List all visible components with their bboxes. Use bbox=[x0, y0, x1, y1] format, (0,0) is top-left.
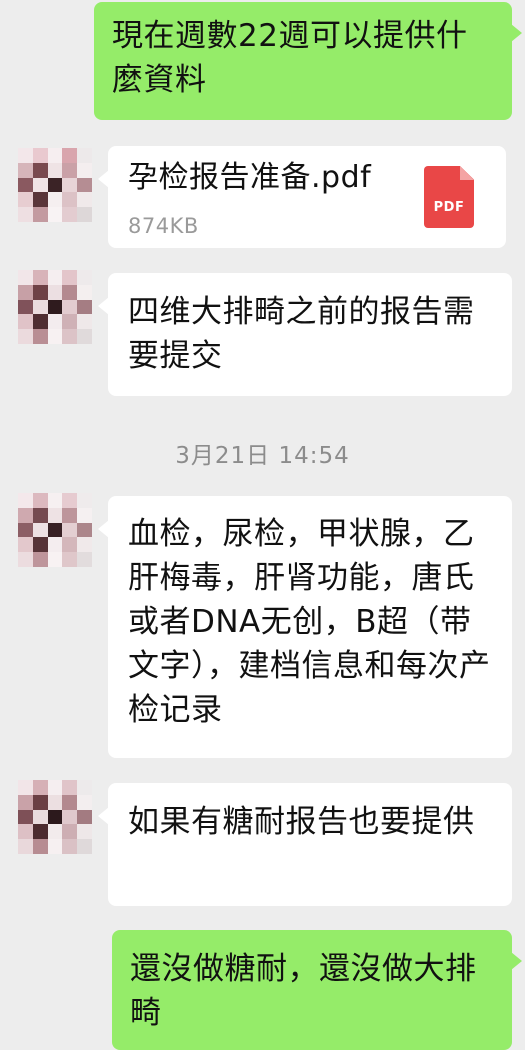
message-text: 血检，尿检，甲状腺，乙肝梅毒，肝肾功能，唐氏或者DNA无创，B超（带文字），建档… bbox=[128, 516, 491, 728]
message-text: 四维大排畸之前的报告需要提交 bbox=[128, 294, 475, 374]
file-name: 孕检报告准备.pdf bbox=[128, 160, 372, 195]
outgoing-message-bubble[interactable]: 現在週數22週可以提供什麼資料 bbox=[94, 2, 522, 120]
incoming-message-bubble[interactable]: 如果有糖耐报告也要提供 bbox=[98, 783, 512, 906]
incoming-message-bubble[interactable]: 四维大排畸之前的报告需要提交 bbox=[98, 273, 512, 396]
outgoing-message-bubble[interactable]: 還沒做糖耐，還沒做大排畸 bbox=[112, 930, 522, 1050]
incoming-message-bubble[interactable]: 血检，尿检，甲状腺，乙肝梅毒，肝肾功能，唐氏或者DNA无创，B超（带文字），建档… bbox=[98, 496, 512, 758]
contact-avatar[interactable] bbox=[18, 270, 92, 344]
message-timestamp: 3月21日 14:54 bbox=[175, 443, 350, 469]
contact-avatar[interactable] bbox=[18, 493, 92, 567]
message-text: 如果有糖耐报告也要提供 bbox=[128, 804, 475, 840]
file-size: 874KB bbox=[128, 214, 199, 238]
pdf-fold-icon bbox=[460, 166, 474, 180]
pdf-icon-label: PDF bbox=[433, 200, 465, 215]
contact-avatar[interactable] bbox=[18, 148, 92, 222]
message-text: 現在週數22週可以提供什麼資料 bbox=[112, 18, 468, 98]
file-message-bubble[interactable]: 孕检报告准备.pdf 874KB PDF bbox=[98, 146, 506, 248]
message-text: 還沒做糖耐，還沒做大排畸 bbox=[130, 951, 477, 1031]
contact-avatar[interactable] bbox=[18, 780, 92, 854]
